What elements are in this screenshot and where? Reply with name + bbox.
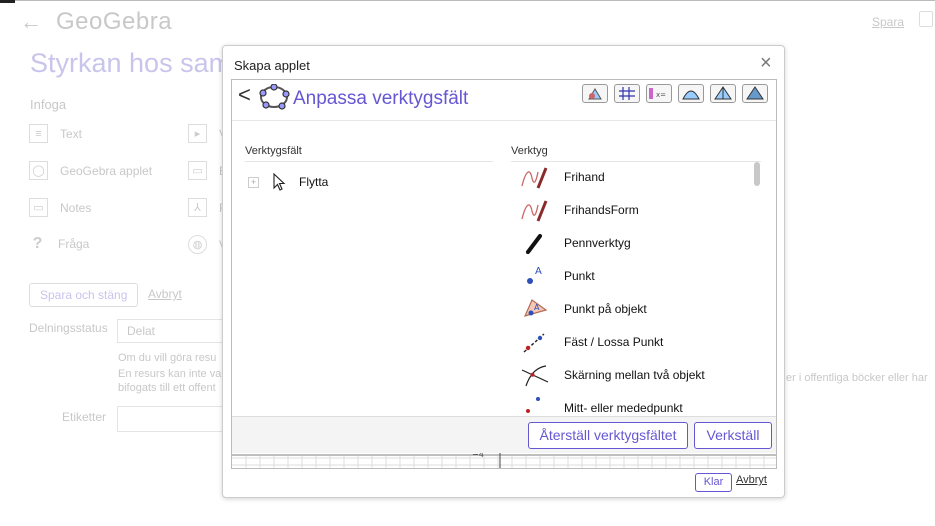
save-close-button[interactable]: Spara och stäng xyxy=(29,283,139,307)
apply-button[interactable]: Verkställ xyxy=(694,422,772,449)
pdf-icon: ⅄ xyxy=(188,198,207,217)
toolbar-item-label: Flytta xyxy=(299,175,329,189)
page-title: Styrkan hos samb xyxy=(30,48,247,78)
text-icon: ≡ xyxy=(29,124,48,143)
cone-tool-icon[interactable] xyxy=(742,84,768,103)
tool-label: Frihand xyxy=(564,169,605,184)
sharing-status-label: Delningsstatus xyxy=(29,321,108,335)
shape-tool-icon[interactable] xyxy=(582,84,608,103)
geogebra-icon xyxy=(259,84,290,110)
tool-label: Punkt på objekt xyxy=(564,301,647,316)
tags-label: Etiketter xyxy=(62,410,107,424)
back-arrow-icon[interactable]: ← xyxy=(20,9,42,35)
tool-pen[interactable]: Pennverktyg xyxy=(520,226,746,259)
tool-freehand[interactable]: Frihand xyxy=(520,160,746,193)
insert-heading: Infoga xyxy=(30,97,67,112)
top-border-line xyxy=(0,0,935,1)
done-button[interactable]: Klar xyxy=(695,473,732,492)
notice-line-1: Om du vill göra resu xyxy=(118,352,217,364)
header-save-link[interactable]: Spara xyxy=(872,15,904,29)
toolbar-editor-header: < Anpassa verktygsfält x= xyxy=(232,80,776,121)
tool-point[interactable]: A Punkt xyxy=(520,259,746,292)
toolbar-column-heading: Verktygsfält xyxy=(245,145,493,162)
insert-text-item[interactable]: ≡ Text xyxy=(29,124,82,143)
tool-label: FrihandsForm xyxy=(564,202,639,217)
scrollbar-thumb[interactable] xyxy=(754,162,760,186)
chevron-left-icon[interactable]: < xyxy=(238,82,251,108)
svg-text:A: A xyxy=(534,303,540,312)
tool-label: Mitt- eller mededpunkt xyxy=(564,400,683,415)
tool-intersect[interactable]: Skärning mellan två objekt xyxy=(520,358,746,391)
close-icon[interactable]: × xyxy=(760,52,772,75)
geogebra-logo[interactable]: GeoGebra xyxy=(56,8,172,36)
point-on-object-icon: A xyxy=(523,298,548,317)
axis-tick-label: −4 xyxy=(472,453,484,459)
applet-frame: < Anpassa verktygsfält x= Verktygsfält V… xyxy=(231,79,777,469)
tool-point-on-object[interactable]: A Punkt på objekt xyxy=(520,292,746,325)
svg-text:x=: x= xyxy=(656,91,666,99)
tools-list: Frihand FrihandsForm Pennverktyg A Punkt… xyxy=(520,160,746,420)
toolbar-editor-footer: Återställ verktygsfältet Verkställ xyxy=(232,416,776,453)
pyramid-tool-icon[interactable] xyxy=(710,84,736,103)
insert-pdf-item[interactable]: ⅄ F xyxy=(188,198,226,217)
insert-notes-item[interactable]: ▭ Notes xyxy=(29,198,91,217)
web-icon: ◍ xyxy=(188,235,207,254)
pen-icon xyxy=(526,233,542,254)
tool-label: Punkt xyxy=(564,268,595,283)
insert-text-label: Text xyxy=(60,126,83,141)
toolbar-editor-title: Anpassa verktygsfält xyxy=(293,88,469,109)
freehand-icon xyxy=(521,166,548,189)
freehand-shape-icon xyxy=(521,199,548,222)
tools-scrollbar[interactable] xyxy=(754,160,761,420)
insert-question-label: Fråga xyxy=(58,236,90,251)
point-icon: A xyxy=(527,266,542,284)
insert-geogebra-item[interactable]: ◯ GeoGebra applet xyxy=(29,161,152,180)
intersect-icon xyxy=(521,364,549,386)
insert-notes-label: Notes xyxy=(60,200,92,215)
question-icon: ? xyxy=(32,234,43,252)
tags-input[interactable] xyxy=(117,406,239,432)
notes-icon: ▭ xyxy=(29,198,48,217)
svg-text:A: A xyxy=(535,266,542,277)
dialog-cancel-link[interactable]: Avbryt xyxy=(736,474,767,486)
top-left-marker xyxy=(0,0,15,3)
tool-label: Pennverktyg xyxy=(564,235,631,250)
tool-label: Fäst / Lossa Punkt xyxy=(564,334,664,349)
video-icon: ▸ xyxy=(188,124,207,143)
create-applet-dialog: Skapa applet × < Anpassa verktygsfält x= xyxy=(222,45,785,498)
expand-plus-icon[interactable]: + xyxy=(248,176,259,188)
geogebra-icon: ◯ xyxy=(29,161,48,180)
notice-right-text: er i offentliga böcker eller har xyxy=(786,372,928,384)
grid-tool-icon[interactable] xyxy=(614,84,640,103)
insert-question-item[interactable]: ? Fråga xyxy=(29,234,90,252)
dialog-title: Skapa applet xyxy=(234,58,310,73)
tool-label: Skärning mellan två objekt xyxy=(564,367,705,382)
tool-attach-detach-point[interactable]: Fäst / Lossa Punkt xyxy=(520,325,746,358)
notice-line-2: En resurs kan inte va xyxy=(118,368,222,380)
attach-detach-point-icon xyxy=(523,332,545,353)
tool-freehand-shape[interactable]: FrihandsForm xyxy=(520,193,746,226)
toolbar-item-move[interactable]: + Flytta xyxy=(248,173,328,191)
print-icon[interactable] xyxy=(919,11,933,27)
distribution-tool-icon[interactable] xyxy=(678,84,704,103)
reset-toolbar-button[interactable]: Återställ verktygsfältet xyxy=(528,422,688,449)
background-cancel-link[interactable]: Avbryt xyxy=(148,287,182,301)
insert-geogebra-label: GeoGebra applet xyxy=(60,163,153,178)
notice-line-3: bifogats till ett offent xyxy=(118,382,216,394)
image-icon: ▭ xyxy=(188,161,207,180)
graphics-grid-strip: −4 xyxy=(232,453,776,468)
move-arrow-icon xyxy=(273,173,286,191)
input-tool-icon[interactable]: x= xyxy=(646,84,672,103)
